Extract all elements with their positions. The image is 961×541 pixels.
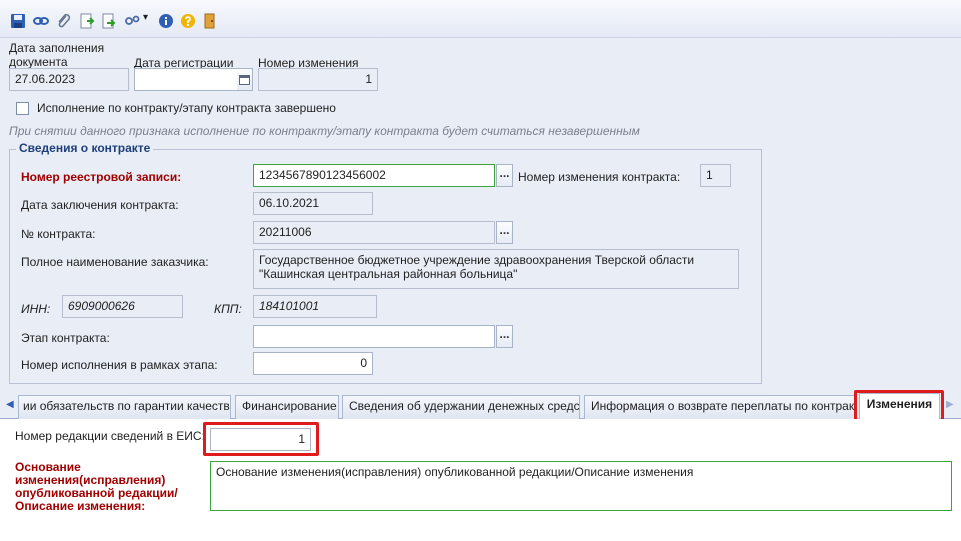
stage-label: Этап контракта: — [21, 331, 110, 345]
conclusion-date-label: Дата заключения контракта: — [21, 198, 179, 212]
completed-label: Исполнение по контракту/этапу контракта … — [37, 101, 336, 115]
reason-label: Основание изменения(исправления) опублик… — [15, 460, 178, 513]
tab-bar: ◀ ии обязательств по гарантии качества Ф… — [0, 393, 961, 420]
kpp-field[interactable]: 184101001 — [253, 295, 377, 318]
toolbar: ▾ — [0, 0, 961, 38]
contract-change-label: Номер изменения контракта: — [518, 170, 681, 184]
tab-withholding[interactable]: Сведения об удержании денежных средств — [342, 395, 580, 419]
inn-field[interactable]: 6909000626 — [62, 295, 183, 318]
fill-date-field[interactable]: 27.06.2023 — [9, 68, 129, 91]
document-forward-icon[interactable] — [79, 13, 95, 29]
reg-date-field[interactable] — [134, 68, 238, 91]
conclusion-date-field[interactable]: 06.10.2021 — [253, 192, 373, 215]
completed-checkbox[interactable] — [16, 102, 29, 115]
inn-label: ИНН: — [21, 302, 51, 316]
tab-scroll-left-icon[interactable]: ◀ — [6, 399, 14, 410]
edition-highlight — [203, 422, 319, 456]
kpp-label: КПП: — [214, 302, 242, 316]
attach-icon[interactable] — [56, 13, 72, 29]
contract-change-field[interactable]: 1 — [700, 164, 731, 187]
reason-field[interactable]: Основание изменения(исправления) опублик… — [210, 461, 952, 511]
execution-number-field[interactable]: 0 — [253, 352, 373, 375]
workflow-icon[interactable] — [124, 13, 140, 29]
execution-number-label: Номер исполнения в рамках этапа: — [21, 358, 218, 372]
edition-number-label: Номер редакции сведений в ЕИС: — [15, 429, 205, 443]
help-icon[interactable] — [180, 13, 196, 29]
exit-icon[interactable] — [202, 13, 218, 29]
calendar-button[interactable] — [237, 68, 253, 91]
calendar-icon — [239, 75, 250, 85]
registry-lookup-button[interactable]: ... — [496, 164, 513, 187]
registry-number-field[interactable]: 1234567890123456002 — [253, 164, 495, 187]
save-icon[interactable] — [10, 13, 26, 29]
customer-name-field[interactable]: Государственное бюджетное учреждение здр… — [253, 249, 739, 289]
link-icon[interactable] — [33, 13, 49, 29]
stage-field[interactable] — [253, 325, 495, 348]
tab-scroll-right-icon[interactable]: ▶ — [946, 399, 954, 410]
document-export-icon[interactable] — [101, 13, 117, 29]
tab-quality-guarantee[interactable]: ии обязательств по гарантии качества — [18, 395, 231, 419]
contract-number-lookup-button[interactable]: ... — [496, 221, 513, 244]
customer-name-label: Полное наименование заказчика: — [21, 255, 209, 269]
tab-financing[interactable]: Финансирование — [235, 395, 339, 419]
contract-group-title: Сведения о контракте — [16, 141, 154, 156]
workflow-dropdown-icon[interactable]: ▾ — [143, 12, 148, 23]
registry-number-label: Номер реестровой записи: — [21, 170, 182, 184]
contract-number-label: № контракта: — [21, 227, 96, 241]
tab-overpayment-return[interactable]: Информация о возврате переплаты по контр… — [584, 395, 856, 419]
change-number-field[interactable]: 1 — [258, 68, 378, 91]
contract-number-field[interactable]: 20211006 — [253, 221, 495, 244]
fill-date-label: Дата заполнения документа — [9, 41, 105, 69]
hint-text: При снятии данного признака исполнение п… — [9, 124, 640, 138]
stage-lookup-button[interactable]: ... — [496, 325, 513, 348]
info-icon[interactable] — [158, 13, 174, 29]
